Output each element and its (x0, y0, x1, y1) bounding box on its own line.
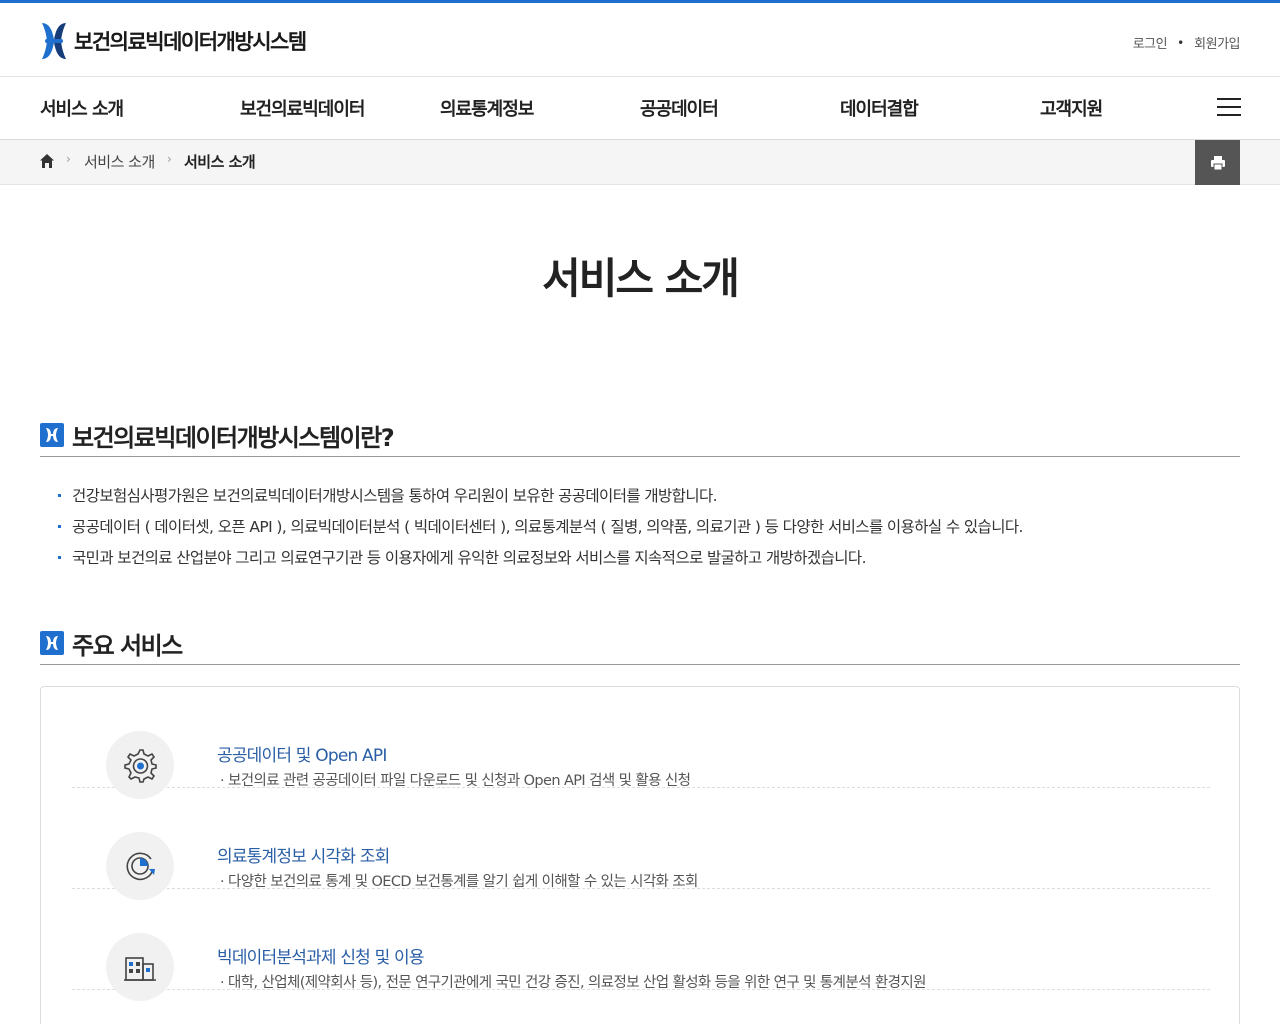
printer-icon (1210, 155, 1225, 170)
login-link[interactable]: 로그인 (1133, 33, 1168, 52)
service-item[interactable]: 빅데이터분석과제 신청 및 이용 · 대학, 산업체(제약회사 등), 전문 연… (72, 889, 1210, 1001)
print-button[interactable] (1195, 140, 1240, 185)
services-heading: 주요 서비스 (72, 632, 183, 660)
hamburger-menu-icon[interactable] (1217, 98, 1241, 118)
list-item: 건강보험심사평가원은 보건의료빅데이터개방시스템을 통하여 우리원이 보유한 공… (58, 484, 1023, 515)
nav-item-medical-stats[interactable]: 의료통계정보 (440, 95, 534, 121)
page-title: 서비스 소개 (542, 254, 740, 303)
utility-links: 로그인 • 회원가입 (1133, 33, 1241, 53)
service-title[interactable]: 빅데이터분석과제 신청 및 이용 (217, 943, 425, 968)
breadcrumb: › 서비스 소개 › 서비스 소개 (0, 140, 1280, 185)
site-logo[interactable]: 보건의료빅데이터개방시스템 (40, 21, 307, 61)
main-navigation: 서비스 소개 보건의료빅데이터 의료통계정보 공공데이터 데이터결합 고객지원 (0, 78, 1280, 140)
service-item[interactable]: 의료통계정보 시각화 조회 · 다양한 보건의료 통계 및 OECD 보건통계를… (72, 788, 1210, 900)
intro-bullet-list: 건강보험심사평가원은 보건의료빅데이터개방시스템을 통하여 우리원이 보유한 공… (58, 484, 1023, 577)
list-item: 국민과 보건의료 산업분야 그리고 의료연구기관 등 이용자에게 유익한 의료정… (58, 546, 1023, 577)
chevron-right-icon: › (167, 152, 172, 166)
nav-item-data-linkage[interactable]: 데이터결합 (840, 95, 919, 121)
service-item[interactable]: 공공데이터 및 Open API · 보건의료 관련 공공데이터 파일 다운로드… (72, 687, 1210, 799)
building-icon (106, 933, 174, 1001)
services-section-heading: 주요 서비스 (40, 620, 1240, 665)
breadcrumb-current[interactable]: 서비스 소개 (184, 151, 256, 172)
service-title[interactable]: 의료통계정보 시각화 조회 (217, 842, 390, 867)
nav-item-customer-support[interactable]: 고객지원 (1040, 95, 1103, 121)
services-box: 공공데이터 및 Open API · 보건의료 관련 공공데이터 파일 다운로드… (40, 686, 1240, 1024)
nav-item-bigdata[interactable]: 보건의료빅데이터 (240, 95, 365, 121)
list-item: 공공데이터 ( 데이터셋, 오픈 API ), 의료빅데이터분석 ( 빅데이터센… (58, 515, 1023, 546)
service-description: · 대학, 산업체(제약회사 등), 전문 연구기관에게 국민 건강 증진, 의… (220, 975, 926, 991)
signup-link[interactable]: 회원가입 (1194, 33, 1240, 52)
section-logo-icon (40, 423, 64, 447)
intro-heading: 보건의료빅데이터개방시스템이란? (72, 424, 395, 452)
logo-mark-icon (42, 23, 66, 59)
nav-item-public-data[interactable]: 공공데이터 (640, 95, 719, 121)
chevron-right-icon: › (66, 152, 71, 166)
section-logo-icon (40, 631, 64, 655)
nav-item-service-intro[interactable]: 서비스 소개 (40, 95, 124, 121)
service-description: · 보건의료 관련 공공데이터 파일 다운로드 및 신청과 Open API 검… (220, 773, 691, 789)
home-icon[interactable] (39, 153, 55, 169)
site-header: 보건의료빅데이터개방시스템 로그인 • 회원가입 (0, 3, 1280, 77)
util-separator: • (1177, 35, 1185, 50)
breadcrumb-level1[interactable]: 서비스 소개 (84, 151, 155, 172)
logo-text: 보건의료빅데이터개방시스템 (74, 30, 307, 54)
intro-section-heading: 보건의료빅데이터개방시스템이란? (40, 412, 1240, 457)
service-title[interactable]: 공공데이터 및 Open API (217, 741, 387, 766)
service-description: · 다양한 보건의료 통계 및 OECD 보건통계를 알기 쉽게 이해할 수 있… (220, 874, 698, 890)
